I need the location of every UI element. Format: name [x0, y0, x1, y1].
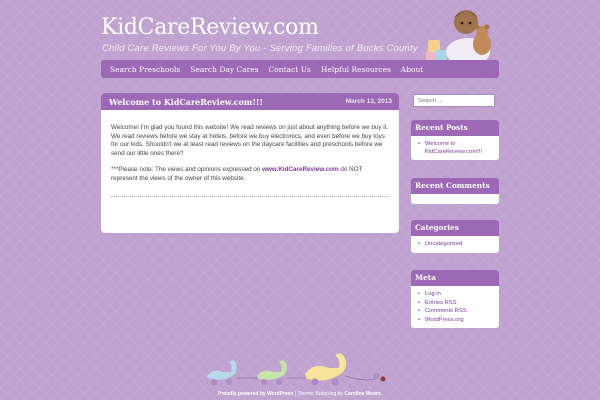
widget-meta: Meta Log in Entries RSS Comments RSS Wor…	[411, 270, 499, 328]
post-title[interactable]: Welcome to KidCareReview.com!!!	[109, 97, 263, 107]
wheel-icon	[276, 379, 282, 385]
meta-comments-rss-link[interactable]: Comments RSS	[418, 307, 494, 316]
main-navigation: Search Preschools Search Day Cares Conta…	[101, 60, 499, 78]
widget-recent-comments: Recent Comments	[411, 178, 499, 204]
meta-log-in-link[interactable]: Log in	[418, 290, 494, 299]
baby-head	[454, 10, 478, 34]
footer-credits: Proudly powered by WordPress | Theme: Ba…	[0, 391, 600, 397]
nav-helpful-resources[interactable]: Helpful Resources	[316, 65, 396, 74]
wheel-icon	[226, 379, 232, 385]
meta-entries-rss-link[interactable]: Entries RSS	[418, 299, 494, 308]
widget-title: Categories	[411, 220, 499, 236]
baby-eye	[460, 21, 464, 25]
site-tagline: Child Care Reviews For You By You - Serv…	[102, 43, 418, 54]
teddy-bear-ear	[484, 24, 490, 30]
wheel-icon	[331, 378, 339, 386]
post-article: Welcome to KidCareReview.com!!! March 13…	[101, 93, 399, 233]
post-body: Welcome! I'm glad you found this website…	[101, 110, 399, 184]
meta-wordpress-org-link[interactable]: WordPress.org	[418, 316, 494, 325]
widget-categories: Categories Uncategorized	[411, 220, 499, 253]
widget-recent-posts: Recent Posts Welcome to KidCareReview.co…	[411, 120, 499, 160]
post-divider	[111, 195, 389, 197]
duck-pull-toys-illustration	[207, 353, 386, 386]
teddy-bear-ear	[474, 24, 480, 30]
post-note: ***Please note: The views and opinions e…	[111, 166, 389, 183]
widget-title: Meta	[411, 270, 499, 286]
search-input[interactable]	[413, 94, 495, 107]
pull-knob-icon	[380, 376, 386, 382]
nav-search-day-cares[interactable]: Search Day Cares	[185, 65, 263, 74]
nav-about[interactable]: About	[396, 65, 429, 74]
widget-title: Recent Comments	[411, 178, 499, 194]
nav-search-preschools[interactable]: Search Preschools	[105, 65, 185, 74]
baby-with-teddy-bear-illustration	[426, 10, 491, 66]
duck-toy-icon	[207, 360, 237, 380]
baby-eye	[468, 21, 472, 25]
wheel-icon	[211, 379, 217, 385]
nav-contact-us[interactable]: Contact Us	[264, 65, 316, 74]
post-date[interactable]: March 13, 2013	[346, 98, 392, 105]
recent-post-link[interactable]: Welcome to KidCareReview.com!!!	[418, 140, 494, 156]
footer-author-link[interactable]: Caroline Moore.	[344, 391, 382, 397]
widget-title: Recent Posts	[411, 120, 499, 136]
duck-toy-icon	[257, 360, 287, 380]
post-note-prefix: ***Please note: The views and opinions e…	[111, 166, 263, 174]
category-link[interactable]: Uncategorized	[418, 240, 494, 249]
post-header: Welcome to KidCareReview.com!!! March 13…	[101, 93, 399, 110]
post-paragraph: Welcome! I'm glad you found this website…	[111, 124, 389, 157]
wheel-icon	[261, 379, 267, 385]
wheel-icon	[311, 378, 319, 386]
post-note-link[interactable]: www.KidCareReview.com	[262, 166, 339, 173]
footer-powered-link[interactable]: Proudly powered by WordPress	[218, 391, 293, 397]
pull-string	[344, 373, 379, 381]
site-title[interactable]: KidCareReview.com	[101, 15, 319, 40]
duck-toy-icon	[305, 353, 347, 381]
footer-theme-text: | Theme: Babyslog by	[293, 391, 345, 397]
